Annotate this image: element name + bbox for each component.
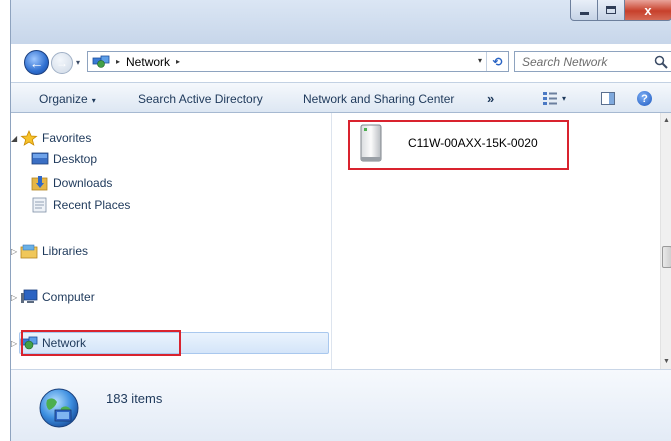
tree-label-libraries: Libraries — [42, 244, 89, 258]
libraries-icon — [20, 244, 38, 259]
back-arrow-icon: ← — [29, 54, 44, 71]
collapse-arrow-icon[interactable]: ▷ — [11, 339, 20, 348]
tree-label-network: Network — [42, 336, 87, 350]
chevron-down-icon: ▾ — [76, 58, 81, 67]
network-sharing-center-label: Network and Sharing Center — [303, 92, 455, 106]
tree-label-downloads: Downloads — [53, 176, 113, 190]
vertical-scrollbar[interactable]: ▲ ▼ — [660, 113, 671, 369]
recent-pages-dropdown[interactable]: ▾ — [76, 58, 80, 67]
scroll-thumb[interactable] — [662, 246, 671, 268]
address-dropdown-icon[interactable]: ▾ — [478, 56, 482, 65]
network-device-icon — [360, 124, 382, 162]
navigation-pane: ◢ Favorites Desktop Downloads Recent Pla… — [11, 113, 332, 369]
search-active-directory-button[interactable]: Search Active Directory — [138, 92, 263, 106]
refresh-icon: ⟲ — [492, 54, 503, 69]
scroll-down-arrow-icon[interactable]: ▼ — [663, 358, 670, 365]
expand-arrow-icon[interactable]: ◢ — [11, 134, 20, 143]
view-options-dropdown[interactable]: ▾ — [562, 94, 566, 103]
computer-icon — [21, 289, 38, 303]
network-icon — [92, 55, 110, 68]
more-commands-button[interactable]: » — [487, 91, 494, 106]
desktop-icon — [31, 152, 49, 165]
tree-item-downloads[interactable]: Downloads — [31, 173, 112, 193]
star-icon — [20, 130, 38, 146]
change-view-icon[interactable] — [542, 91, 558, 106]
breadcrumb-separator-icon[interactable]: ▸ — [116, 57, 120, 66]
organize-label: Organize — [39, 92, 88, 106]
minimize-icon — [579, 11, 589, 15]
tree-item-network[interactable]: ▷ Network — [11, 333, 86, 353]
command-bar: Organize ▾ Search Active Directory Networ… — [11, 82, 671, 113]
tree-item-favorites[interactable]: ◢ Favorites — [11, 128, 91, 148]
collapse-arrow-icon[interactable]: ▷ — [11, 293, 20, 302]
tree-label-recent-places: Recent Places — [53, 198, 131, 212]
collapse-arrow-icon[interactable]: ▷ — [11, 247, 20, 256]
search-box[interactable] — [514, 51, 671, 72]
refresh-button[interactable]: ⟲ — [486, 52, 508, 71]
help-icon: ? — [641, 92, 648, 105]
explorer-window: x ← → ▾ ▸ Network ▸ ▾ ⟲ Search Network O… — [10, 0, 671, 441]
close-button[interactable]: x — [625, 0, 671, 21]
address-bar[interactable]: ▸ Network ▸ ▾ ⟲ — [87, 51, 509, 72]
breadcrumb-network[interactable]: Network — [126, 55, 170, 69]
tree-label-desktop: Desktop — [53, 152, 98, 166]
search-active-directory-label: Search Active Directory — [138, 92, 263, 106]
close-icon: x — [644, 2, 652, 18]
network-device-item[interactable]: C11W-00AXX-15K-0020 — [358, 123, 538, 163]
tree-item-recent-places[interactable]: Recent Places — [31, 195, 130, 215]
chevron-down-icon: ▾ — [91, 96, 96, 105]
search-icon[interactable] — [654, 55, 668, 69]
back-button[interactable]: ← — [24, 50, 49, 75]
minimize-button[interactable] — [570, 0, 598, 21]
double-chevron-icon: » — [487, 91, 495, 106]
recent-places-icon — [32, 197, 47, 213]
organize-button[interactable]: Organize ▾ — [39, 92, 96, 106]
tree-label-favorites: Favorites — [42, 131, 92, 145]
tree-item-libraries[interactable]: ▷ Libraries — [11, 241, 88, 261]
network-sharing-center-button[interactable]: Network and Sharing Center — [303, 92, 454, 106]
maximize-button[interactable] — [598, 0, 625, 21]
tree-item-desktop[interactable]: Desktop — [31, 149, 97, 169]
breadcrumb-separator-icon[interactable]: ▸ — [176, 57, 180, 66]
caption-buttons: x — [570, 0, 671, 21]
tree-label-computer: Computer — [42, 290, 95, 304]
title-bar: x — [11, 0, 671, 44]
maximize-icon — [606, 6, 616, 14]
network-globe-icon — [39, 388, 79, 428]
search-input[interactable] — [522, 54, 654, 69]
tree-item-computer[interactable]: ▷ Computer — [11, 287, 95, 307]
downloads-folder-icon — [31, 176, 48, 191]
details-pane: 183 items — [11, 369, 671, 441]
preview-pane-icon[interactable] — [601, 92, 615, 105]
help-button[interactable]: ? — [637, 91, 652, 106]
forward-arrow-icon: → — [56, 56, 68, 70]
content-pane: C11W-00AXX-15K-0020 — [333, 113, 660, 369]
scroll-up-arrow-icon[interactable]: ▲ — [663, 117, 670, 124]
forward-button[interactable]: → — [51, 52, 73, 74]
network-icon — [20, 336, 38, 350]
device-name-label: C11W-00AXX-15K-0020 — [408, 136, 538, 150]
item-count: 183 items — [106, 391, 163, 406]
